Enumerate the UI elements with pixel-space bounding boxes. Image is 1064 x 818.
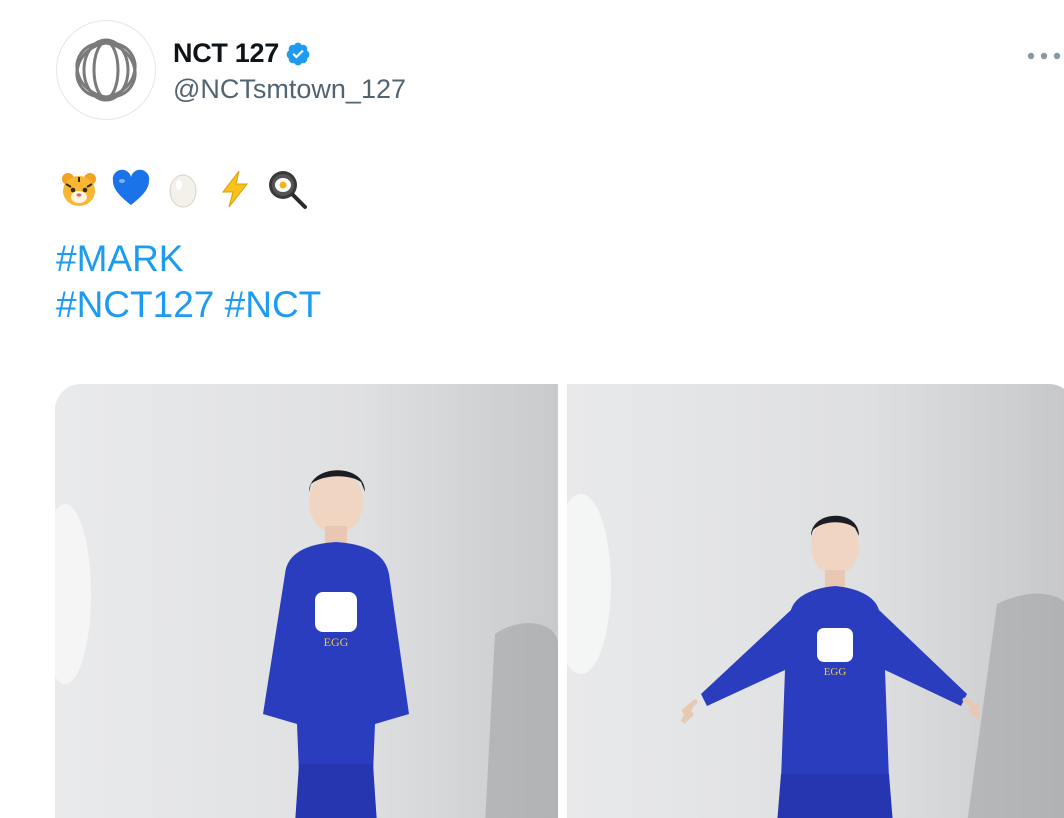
photo-2[interactable]: EGG bbox=[567, 384, 1064, 818]
photo-2-logo-text: EGG bbox=[824, 666, 847, 678]
display-name-link[interactable]: NCT 127 bbox=[173, 38, 311, 69]
photo-1-logo-text: EGG bbox=[324, 635, 349, 649]
tiger-face-emoji bbox=[62, 173, 96, 206]
egg-emoji bbox=[169, 174, 197, 208]
user-handle[interactable]: @NCTsmtown_127 bbox=[173, 74, 406, 105]
avatar[interactable] bbox=[56, 20, 156, 120]
emoji-row bbox=[58, 168, 308, 210]
lightning-emoji bbox=[221, 170, 249, 208]
photo-1[interactable]: EGG bbox=[55, 384, 558, 818]
nct-logo-icon bbox=[75, 38, 137, 102]
hashtag-nct127[interactable]: #NCT127 bbox=[56, 284, 214, 325]
hashtag-nct[interactable]: #NCT bbox=[225, 284, 322, 325]
tweet-text: #MARK #NCT127 #NCT bbox=[56, 236, 321, 328]
verified-badge-icon bbox=[285, 41, 311, 67]
blue-heart-emoji bbox=[112, 169, 150, 205]
display-name: NCT 127 bbox=[173, 38, 279, 68]
media-grid: EGG EGG bbox=[55, 384, 1064, 818]
more-options-icon bbox=[1027, 52, 1061, 60]
more-options-button[interactable] bbox=[1024, 38, 1064, 74]
hashtag-mark[interactable]: #MARK bbox=[56, 238, 183, 279]
tweet: NCT 127 @NCTsmtown_127 #MARK #NCT127 #NC… bbox=[0, 0, 1064, 818]
frying-pan-emoji bbox=[269, 171, 307, 209]
